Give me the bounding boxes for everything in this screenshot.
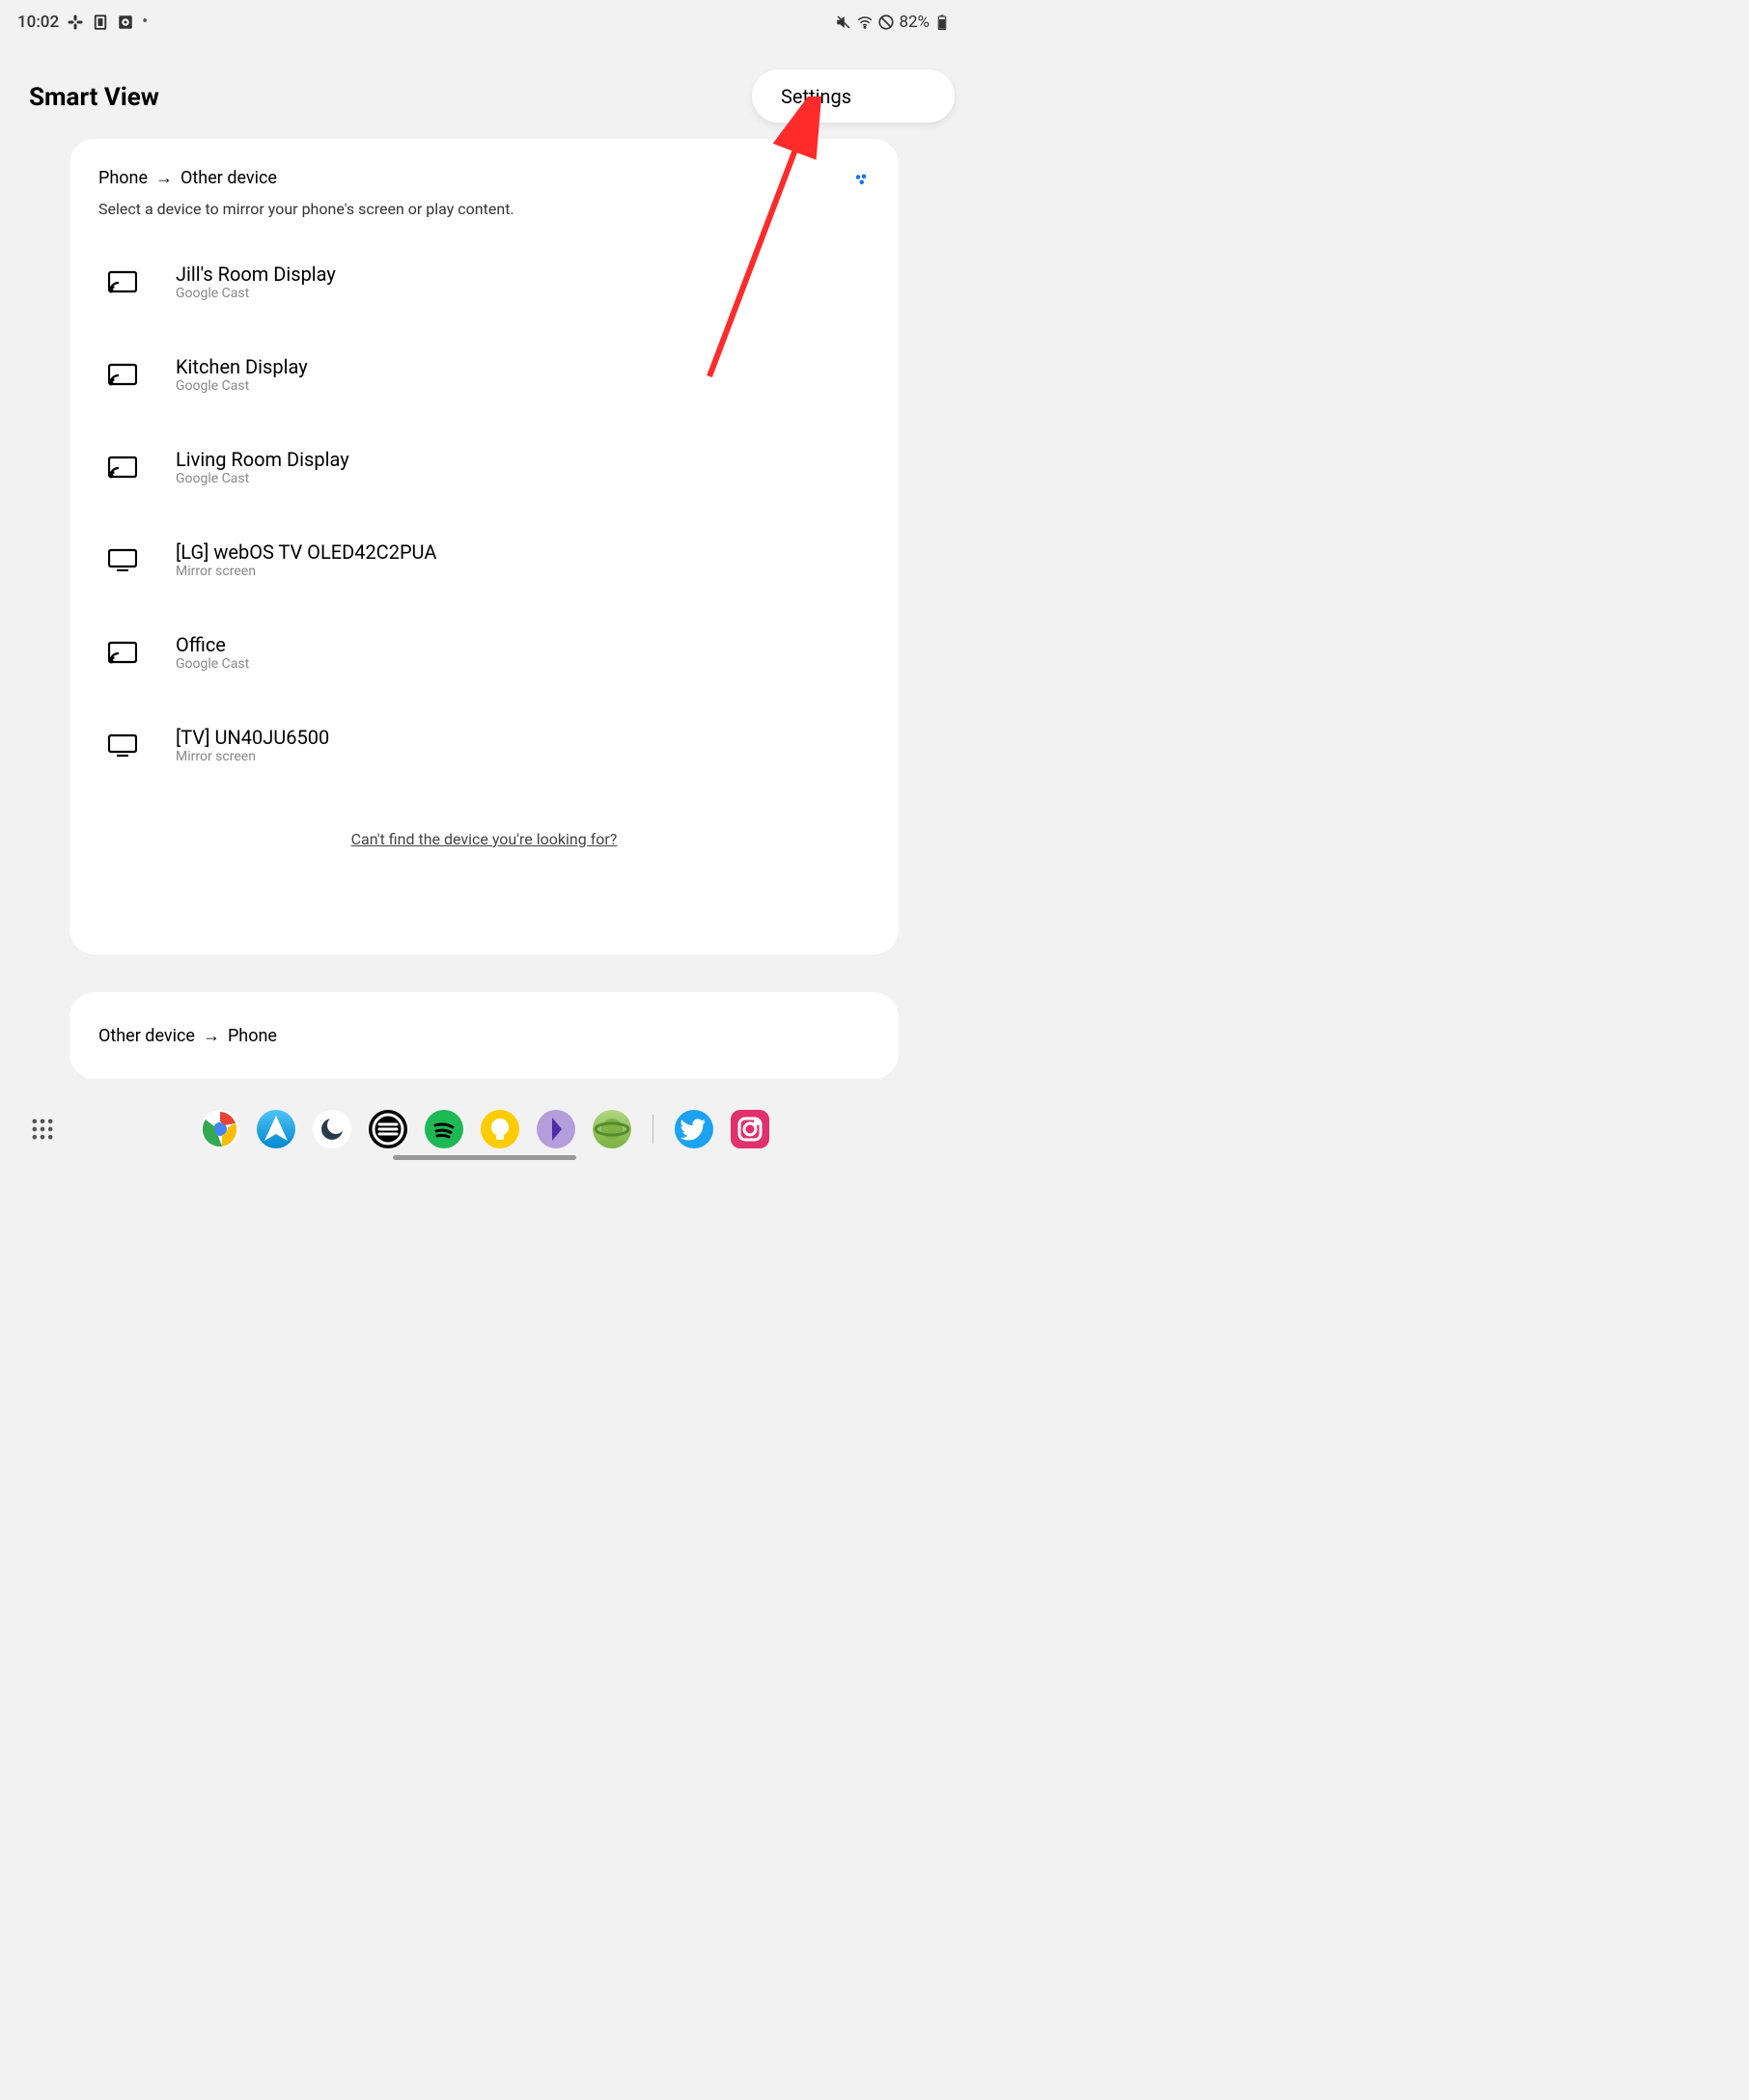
tv-icon — [108, 733, 137, 757]
status-time: 10:02 — [17, 13, 59, 32]
app-send[interactable] — [257, 1110, 295, 1148]
dock-separator — [652, 1115, 653, 1144]
page-title: Smart View — [29, 83, 159, 112]
device-item[interactable]: Living Room Display Google Cast — [69, 421, 899, 513]
card2-to: Phone — [228, 1026, 277, 1046]
slack-icon — [67, 14, 84, 31]
cant-find-link[interactable]: Can't find the device you're looking for… — [351, 830, 618, 848]
cast-icon — [108, 363, 137, 386]
device-item[interactable]: [LG] webOS TV OLED42C2PUA Mirror screen — [69, 513, 899, 606]
mirror-from-card[interactable]: Other device → Phone — [69, 992, 899, 1079]
app-planet[interactable] — [593, 1110, 631, 1148]
app-instagram[interactable] — [731, 1110, 769, 1148]
device-list: Jill's Room Display Google Cast Kitchen … — [69, 235, 899, 791]
device-name: Kitchen Display — [176, 355, 308, 378]
card-title-from: Phone — [98, 168, 148, 188]
app-chrome[interactable] — [201, 1110, 239, 1148]
cast-icon — [108, 456, 137, 479]
app-shard[interactable] — [537, 1110, 575, 1148]
cast-icon — [108, 270, 137, 293]
status-bar-left: 10:02 • — [17, 13, 148, 32]
app-eclipse[interactable] — [313, 1110, 351, 1148]
ellipsis-dot: • — [142, 14, 148, 31]
arrow-right-icon: → — [203, 1026, 220, 1046]
menu-settings[interactable]: Settings — [752, 69, 955, 123]
card-title: Phone → Other device — [98, 168, 277, 188]
device-name: Office — [176, 633, 249, 656]
app-spotify[interactable] — [425, 1110, 463, 1148]
device-item[interactable]: Jill's Room Display Google Cast — [69, 235, 899, 328]
device-item[interactable]: Kitchen Display Google Cast — [69, 328, 899, 421]
menu-settings-label: Settings — [781, 85, 851, 108]
cant-find-row: Can't find the device you're looking for… — [69, 791, 899, 954]
app-bulb[interactable] — [481, 1110, 519, 1148]
card-title-to: Other device — [180, 168, 277, 188]
wifi-icon — [856, 14, 874, 31]
app-drawer-icon[interactable] — [29, 1116, 56, 1143]
card2-from: Other device — [98, 1026, 195, 1046]
tv-icon — [108, 548, 137, 571]
device-name: Living Room Display — [176, 448, 349, 471]
device-item[interactable]: [TV] UN40JU6500 Mirror screen — [69, 699, 899, 791]
status-bar: 10:02 • 82% — [0, 0, 968, 44]
device-sub: Mirror screen — [176, 564, 436, 579]
mirror-to-card: Phone → Other device Select a device to … — [69, 139, 899, 954]
device-sub: Google Cast — [176, 656, 249, 672]
dock — [0, 1100, 968, 1158]
dnd-icon — [877, 14, 895, 31]
device-name: [LG] webOS TV OLED42C2PUA — [176, 540, 436, 564]
device-sub: Google Cast — [176, 471, 349, 486]
card-icon — [92, 14, 109, 31]
smartthings-icon[interactable] — [852, 170, 870, 187]
status-bar-right: 82% — [835, 13, 951, 32]
device-sub: Mirror screen — [176, 749, 329, 764]
card-subtitle: Select a device to mirror your phone's s… — [69, 188, 899, 235]
media-icon — [117, 14, 134, 31]
cast-icon — [108, 641, 137, 664]
device-item[interactable]: Office Google Cast — [69, 606, 899, 699]
app-burger[interactable] — [369, 1110, 407, 1148]
device-sub: Google Cast — [176, 378, 308, 394]
home-indicator[interactable] — [393, 1155, 576, 1160]
arrow-right-icon: → — [155, 168, 173, 188]
battery-icon — [933, 14, 951, 31]
device-name: Jill's Room Display — [176, 262, 336, 286]
device-name: [TV] UN40JU6500 — [176, 726, 329, 749]
battery-text: 82% — [899, 13, 930, 32]
device-sub: Google Cast — [176, 286, 336, 301]
app-twitter[interactable] — [675, 1110, 713, 1148]
dock-icons — [201, 1110, 769, 1148]
mute-icon — [835, 14, 852, 31]
